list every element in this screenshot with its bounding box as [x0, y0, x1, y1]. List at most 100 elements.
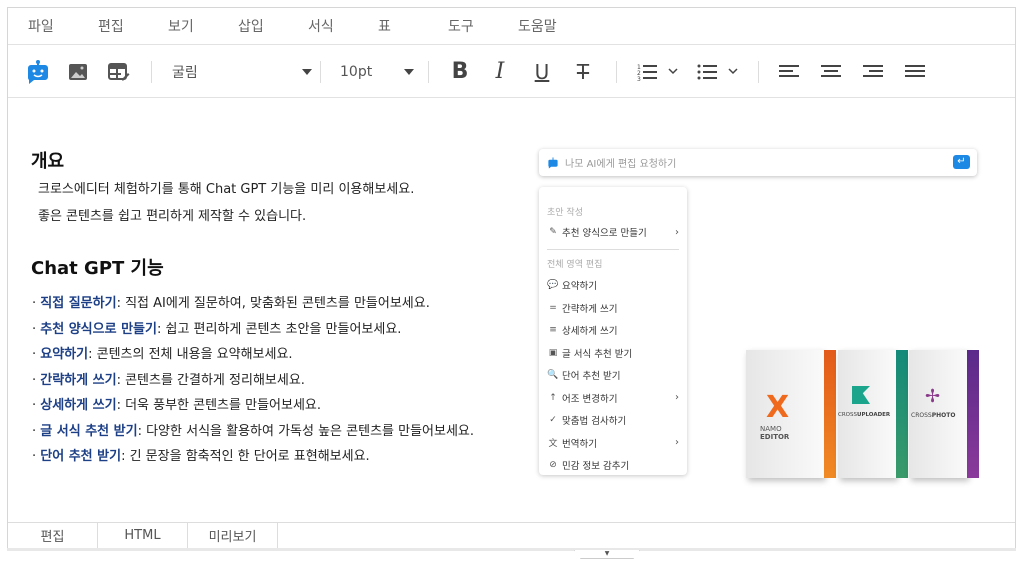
tab-preview[interactable]: 미리보기 [188, 523, 278, 548]
feature-term: 추천 양식으로 만들기 [40, 321, 157, 337]
font-size-select[interactable]: 10pt [340, 45, 414, 98]
feature-desc: : 콘텐츠의 전체 내용을 요약해보세요. [88, 347, 293, 362]
image-icon [69, 63, 87, 80]
menu-format[interactable]: 서식 [308, 16, 378, 36]
feature-term: 단어 추천 받기 [40, 449, 122, 464]
heading-chatgpt: Chat GPT 기능 [31, 258, 164, 279]
menu-item[interactable]: = 간략하게 쓰기 [547, 301, 679, 315]
check-icon: ✓ [549, 415, 557, 425]
editor-content[interactable]: 개요 크로스에디터 체험하기를 통해 Chat GPT 기능을 미리 이용해보세… [8, 99, 1015, 522]
bullet-list-icon [697, 64, 738, 79]
menu-item[interactable]: ↑ 어조 변경하기 › [547, 391, 679, 405]
ordered-list-icon: 123 [637, 64, 678, 81]
font-family-select[interactable]: 굴림 [172, 45, 312, 98]
ordered-list-button[interactable]: 123 [636, 45, 688, 98]
menu-item[interactable]: ▣ 글 서식 추천 받기 [547, 346, 679, 360]
dropdown-caret-icon [302, 68, 312, 75]
ai-menu: 초안 작성 ✎ 추천 양식으로 만들기 › 전체 영역 편집 💬 요약하기 = 간략하게 … [539, 187, 687, 475]
feature-desc: : 쉽고 편리하게 콘텐츠 초안을 만들어보세요. [156, 321, 402, 337]
section-header: 전체 영역 편집 [547, 260, 603, 270]
pencil-icon: ✎ [549, 227, 557, 237]
menu-item[interactable]: ⊘ 민감 정보 감추기 [547, 458, 679, 472]
svg-text:3: 3 [637, 76, 641, 81]
align-left-button[interactable] [778, 45, 800, 98]
insert-image-button[interactable] [66, 45, 90, 98]
robot-icon [548, 156, 558, 169]
menu-view[interactable]: 보기 [168, 16, 238, 36]
underline-button[interactable]: U [530, 45, 554, 98]
lines-icon: ≡ [549, 325, 557, 335]
feature-item: · 직접 질문하기: 직접 AI에게 질문하여, 맞춤화된 콘텐츠를 만들어보세… [32, 296, 430, 311]
menu-item[interactable]: 🔍 단어 추천 받기 [547, 368, 679, 382]
menu-item-draft[interactable]: ✎ 추천 양식으로 만들기 › [547, 225, 679, 240]
feature-item: · 추천 양식으로 만들기: 쉽고 편리하게 콘텐츠 초안을 만들어보세요. [32, 321, 402, 337]
editor-frame: 파일 편집 보기 삽입 서식 표 도구 도움말 굴림 10pt B I U T … [7, 7, 1016, 549]
bold-button[interactable]: B [448, 45, 472, 98]
paragraph: 좋은 콘텐츠를 쉽고 편리하게 제작할 수 있습니다. [38, 209, 307, 224]
align-center-icon [821, 64, 841, 77]
chevron-right-icon: › [675, 226, 679, 238]
toolbar: 굴림 10pt B I U T 123 [8, 45, 1015, 98]
menu-item[interactable]: 💬 요약하기 [547, 278, 679, 292]
menu-file[interactable]: 파일 [28, 16, 98, 36]
chevron-right-icon: › [675, 392, 679, 403]
divider [547, 249, 679, 250]
equal-lines-icon: = [549, 302, 557, 313]
feature-term: 직접 질문하기 [40, 296, 117, 311]
strikethrough-button[interactable]: T [571, 45, 595, 98]
menu-tools[interactable]: 도구 [448, 16, 518, 36]
search-icon: 🔍 [547, 370, 559, 380]
chat-bubble-icon: 💬 [547, 280, 559, 290]
menu-item[interactable]: ≡ 상세하게 쓰기 [547, 323, 679, 337]
underline-icon: U [534, 59, 550, 84]
menu-item[interactable]: ✓ 맞춤법 검사하기 [547, 413, 679, 427]
italic-button[interactable]: I [488, 45, 512, 98]
resize-handle[interactable]: ▼ [574, 550, 640, 559]
insert-table-button[interactable] [107, 45, 131, 98]
table-edit-icon [108, 62, 130, 80]
feature-item: · 단어 추천 받기: 긴 문장을 함축적인 한 단어로 표현해보세요. [32, 449, 370, 464]
robot-icon [28, 59, 48, 84]
chevron-right-icon: › [675, 437, 679, 448]
strikethrough-icon: T [576, 59, 590, 84]
feature-desc: : 다양한 서식을 활용하여 가독성 높은 콘텐츠를 만들어보세요. [137, 423, 475, 439]
menu-bar: 파일 편집 보기 삽입 서식 표 도구 도움말 [8, 8, 1015, 45]
feature-item: · 상세하게 쓰기: 더욱 풍부한 콘텐츠를 만들어보세요. [32, 398, 322, 413]
hide-icon: ⊘ [549, 460, 557, 470]
italic-icon: I [495, 59, 505, 84]
ai-bot-button[interactable] [24, 45, 52, 98]
paragraph: 크로스에디터 체험하기를 통해 Chat GPT 기능을 미리 이용해보세요. [38, 182, 415, 197]
ai-request-input[interactable]: 나모 AI에게 편집 요청하기 ↵ [539, 149, 977, 176]
feature-desc: : 더욱 풍부한 콘텐츠를 만들어보세요. [116, 398, 322, 413]
heading-overview: 개요 [31, 151, 65, 172]
resize-bar [7, 548, 1016, 551]
menu-edit[interactable]: 편집 [98, 16, 168, 36]
menu-insert[interactable]: 삽입 [238, 16, 308, 36]
menu-help[interactable]: 도움말 [518, 16, 588, 36]
align-right-icon [863, 64, 883, 77]
dropdown-caret-icon [404, 68, 414, 75]
tab-html[interactable]: HTML [98, 523, 188, 548]
feature-desc: : 콘텐츠를 간결하게 정리해보세요. [116, 372, 305, 388]
menu-table[interactable]: 표 [378, 16, 448, 36]
arrow-up-icon: ↑ [549, 392, 557, 403]
align-justify-icon [905, 64, 925, 77]
menu-item[interactable]: 文 번역하기 › [547, 436, 679, 450]
feature-item: · 글 서식 추천 받기: 다양한 서식을 활용하여 가독성 높은 콘텐츠를 만… [32, 423, 475, 439]
submit-enter-button[interactable]: ↵ [953, 155, 970, 169]
mode-tabs: 편집 HTML 미리보기 [8, 522, 1015, 548]
feature-term: 상세하게 쓰기 [40, 398, 117, 413]
align-justify-button[interactable] [904, 45, 926, 98]
align-right-button[interactable] [862, 45, 884, 98]
feature-term: 글 서식 추천 받기 [40, 423, 138, 439]
feature-item: · 간략하게 쓰기: 콘텐츠를 간결하게 정리해보세요. [32, 372, 305, 388]
tab-edit[interactable]: 편집 [8, 523, 98, 548]
bold-icon: B [451, 59, 469, 84]
translate-icon: 文 [548, 439, 558, 449]
feature-term: 요약하기 [40, 347, 89, 362]
feature-term: 간략하게 쓰기 [40, 372, 117, 388]
format-icon: ▣ [548, 347, 558, 358]
bullet-list-button[interactable] [696, 45, 748, 98]
feature-desc: : 직접 AI에게 질문하여, 맞춤화된 콘텐츠를 만들어보세요. [116, 296, 430, 311]
align-center-button[interactable] [820, 45, 842, 98]
